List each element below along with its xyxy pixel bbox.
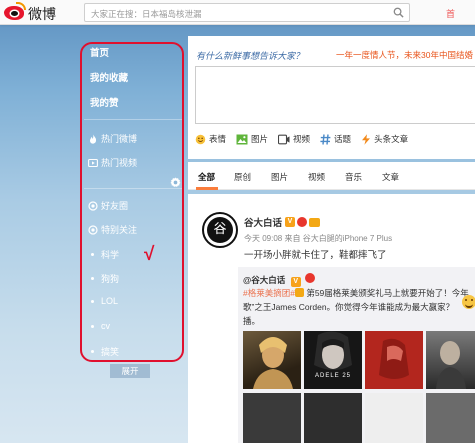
topic-tag-icon — [294, 288, 304, 297]
weibo-wave-icon — [16, 2, 26, 10]
search-icon[interactable] — [393, 7, 404, 18]
video-button[interactable]: 视频 — [278, 133, 310, 145]
picture-icon — [236, 134, 248, 144]
album-cover-icon — [379, 338, 409, 379]
active-tab-underline — [196, 187, 218, 190]
post-text: 一开场小胖就卡住了，鞋都摔飞了 — [244, 250, 387, 261]
repost-image-2[interactable]: ADELE 25 — [304, 331, 362, 389]
repost-image-6[interactable] — [304, 393, 362, 443]
annotation-circle — [80, 42, 184, 362]
emoji-icon — [195, 134, 206, 144]
photo-portrait-icon — [253, 337, 293, 389]
post-composer: 有什么新鲜事想告诉大家？ 一年一度情人节，未来30年中国结婚 表情 图片 视频 … — [188, 36, 475, 159]
tool-label: 表情 — [209, 134, 227, 144]
verified-badge-icon: V — [285, 217, 296, 227]
repost-image-1[interactable] — [243, 331, 301, 389]
composer-promo-link[interactable]: 一年一度情人节，未来30年中国结婚 — [336, 49, 473, 61]
search-input[interactable]: 大家正在搜：日本福岛核泄漏 — [84, 3, 410, 22]
album-cover-text: ADELE 25 — [314, 373, 352, 379]
post-time[interactable]: 今天 09:08 — [244, 234, 282, 243]
verified-badge-icon: V — [290, 277, 301, 287]
laughing-emoji-icon — [462, 295, 475, 309]
tool-label: 图片 — [251, 134, 269, 144]
member-crown-icon — [297, 217, 308, 227]
feed-post: 谷 谷大白话 V 今天 09:08 来自 谷大白腿的iPhone 7 Plus … — [188, 194, 475, 443]
composer-textarea[interactable] — [195, 66, 475, 124]
repost-topic-link[interactable]: #格莱美摘团# — [243, 288, 295, 298]
album-cover-icon — [314, 331, 352, 370]
post-meta: 今天 09:08 来自 谷大白腿的iPhone 7 Plus — [244, 233, 392, 244]
annotation-checkmark: √ — [144, 244, 155, 265]
repost-image-4[interactable] — [426, 331, 475, 389]
tab-music[interactable]: 音乐 — [345, 171, 362, 183]
repost-author-link[interactable]: @谷大白话 — [243, 275, 285, 285]
tool-label: 话题 — [334, 134, 352, 144]
vip-badge-icon — [309, 217, 321, 227]
logo-text: 微博 — [28, 7, 56, 23]
picture-button[interactable]: 图片 — [236, 133, 268, 145]
post-source-prefix: 来自 — [284, 234, 301, 243]
photo-portrait-icon — [436, 341, 466, 389]
emoji-button[interactable]: 表情 — [195, 133, 226, 145]
nav-home-link[interactable]: 首 — [446, 7, 455, 20]
repost-text-2: 歌”之王James Corden。你觉得今年谁能成为最大赢家？ — [243, 302, 455, 312]
avatar[interactable]: 谷 — [202, 212, 238, 248]
repost-text-1: 第59届格莱美颁奖礼马上就要开始了！今年 — [303, 288, 469, 298]
repost-image-7[interactable] — [365, 393, 423, 443]
post-source[interactable]: 谷大白腿的iPhone 7 Plus — [303, 234, 392, 243]
tab-videos[interactable]: 视频 — [308, 171, 325, 183]
post-author[interactable]: 谷大白话 V — [244, 215, 321, 229]
avatar-glyph: 谷 — [207, 217, 233, 243]
repost-line-2: #格莱美摘团# 第59届格莱美颁奖礼马上就要开始了！今年 — [243, 287, 469, 299]
member-crown-icon — [305, 273, 316, 283]
author-name: 谷大白话 — [244, 218, 283, 229]
tool-label: 头条文章 — [374, 134, 409, 144]
weibo-logo[interactable]: 微博 — [4, 2, 58, 23]
topic-button[interactable]: 话题 — [320, 133, 351, 145]
video-icon — [278, 134, 290, 144]
composer-prompt: 有什么新鲜事想告诉大家？ — [196, 52, 305, 62]
tab-original[interactable]: 原创 — [234, 171, 251, 183]
composer-toolbar: 表情 图片 视频 话题 头条文章 — [195, 133, 418, 145]
tab-all[interactable]: 全部 — [198, 171, 215, 183]
topic-hash-icon — [320, 133, 331, 145]
feed-filter-tabs: 全部 原创 图片 视频 音乐 文章 — [188, 162, 475, 190]
search-placeholder: 大家正在搜：日本福岛核泄漏 — [91, 9, 202, 19]
repost-text-3: 播。 — [243, 316, 261, 326]
repost-image-5[interactable] — [243, 393, 301, 443]
repost-line-1: @谷大白话 V — [243, 273, 316, 287]
tab-articles[interactable]: 文章 — [382, 171, 399, 183]
headline-article-icon — [362, 133, 371, 145]
expand-button[interactable]: 展开 — [110, 364, 150, 378]
headline-article-button[interactable]: 头条文章 — [361, 133, 408, 145]
top-bar: 微博 大家正在搜：日本福岛核泄漏 首 — [0, 0, 475, 25]
tab-pictures[interactable]: 图片 — [271, 171, 288, 183]
tool-label: 视频 — [293, 134, 311, 144]
reposted-content: @谷大白话 V #格莱美摘团# 第59届格莱美颁奖礼马上就要开始了！今年 歌”之… — [238, 267, 475, 443]
repost-image-8[interactable] — [426, 393, 475, 443]
repost-image-3[interactable] — [365, 331, 423, 389]
